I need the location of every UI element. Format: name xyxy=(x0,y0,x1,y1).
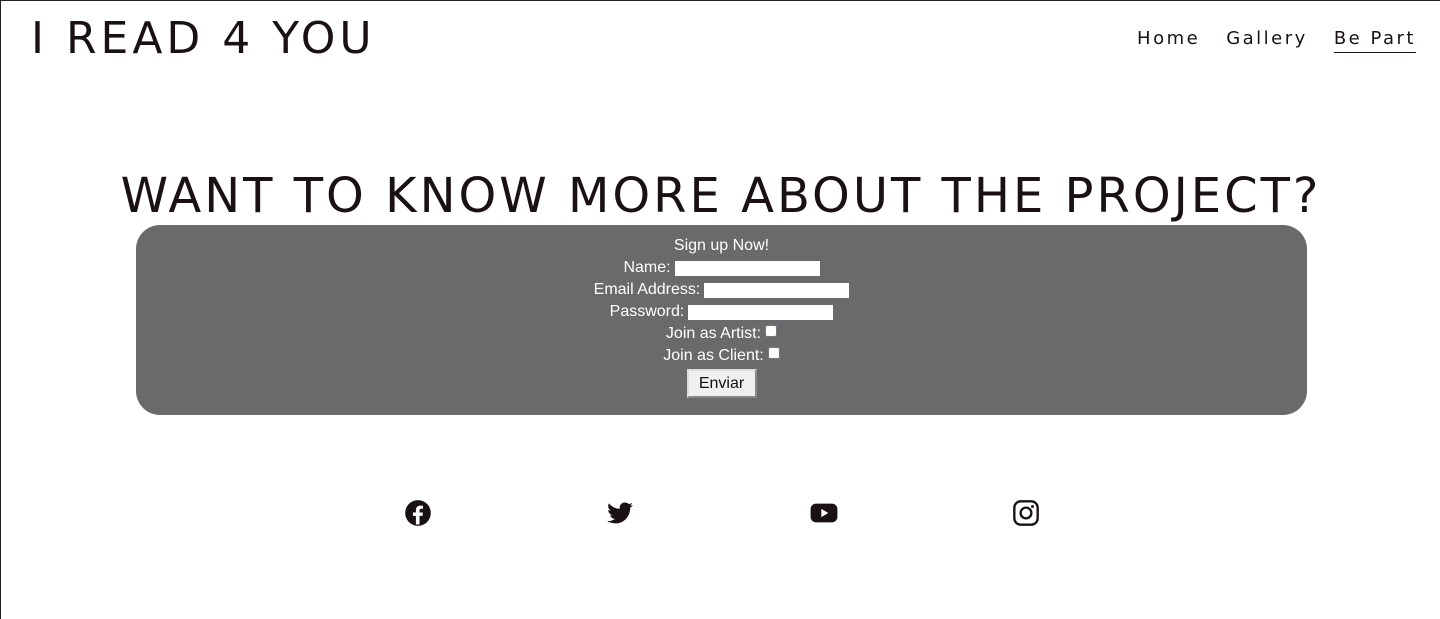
form-title-row: Sign up Now! xyxy=(674,235,769,257)
submit-button[interactable]: Enviar xyxy=(686,369,757,398)
main-nav: Home Gallery Be Part xyxy=(1137,27,1416,53)
artist-row: Join as Artist: xyxy=(665,323,778,345)
artist-label: Join as Artist: xyxy=(665,325,762,342)
password-label: Password: xyxy=(609,303,685,320)
email-label: Email Address: xyxy=(593,281,701,298)
social-links xyxy=(1,499,1440,529)
email-input[interactable] xyxy=(704,282,850,298)
signup-form: Sign up Now! Name: Email Address: Passwo… xyxy=(136,225,1307,415)
client-row: Join as Client: xyxy=(663,345,780,367)
nav-be-part[interactable]: Be Part xyxy=(1333,27,1416,53)
name-label: Name: xyxy=(623,259,671,276)
instagram-icon[interactable] xyxy=(1012,499,1040,527)
client-checkbox[interactable] xyxy=(767,347,780,359)
youtube-icon[interactable] xyxy=(810,499,838,527)
site-header: I READ 4 YOU Home Gallery Be Part xyxy=(1,1,1440,81)
name-input[interactable] xyxy=(674,260,820,276)
form-title: Sign up Now! xyxy=(673,237,770,254)
name-row: Name: xyxy=(623,257,820,279)
page-headline: WANT TO KNOW MORE ABOUT THE PROJECT? xyxy=(120,168,1322,224)
facebook-icon[interactable] xyxy=(404,499,432,527)
site-logo[interactable]: I READ 4 YOU xyxy=(31,13,376,65)
nav-home[interactable]: Home xyxy=(1137,27,1200,53)
client-label: Join as Client: xyxy=(663,347,764,364)
nav-gallery[interactable]: Gallery xyxy=(1226,27,1308,53)
twitter-icon[interactable] xyxy=(606,499,634,527)
password-row: Password: xyxy=(610,301,834,323)
email-row: Email Address: xyxy=(594,279,850,301)
artist-checkbox[interactable] xyxy=(765,325,778,337)
password-input[interactable] xyxy=(688,304,834,320)
